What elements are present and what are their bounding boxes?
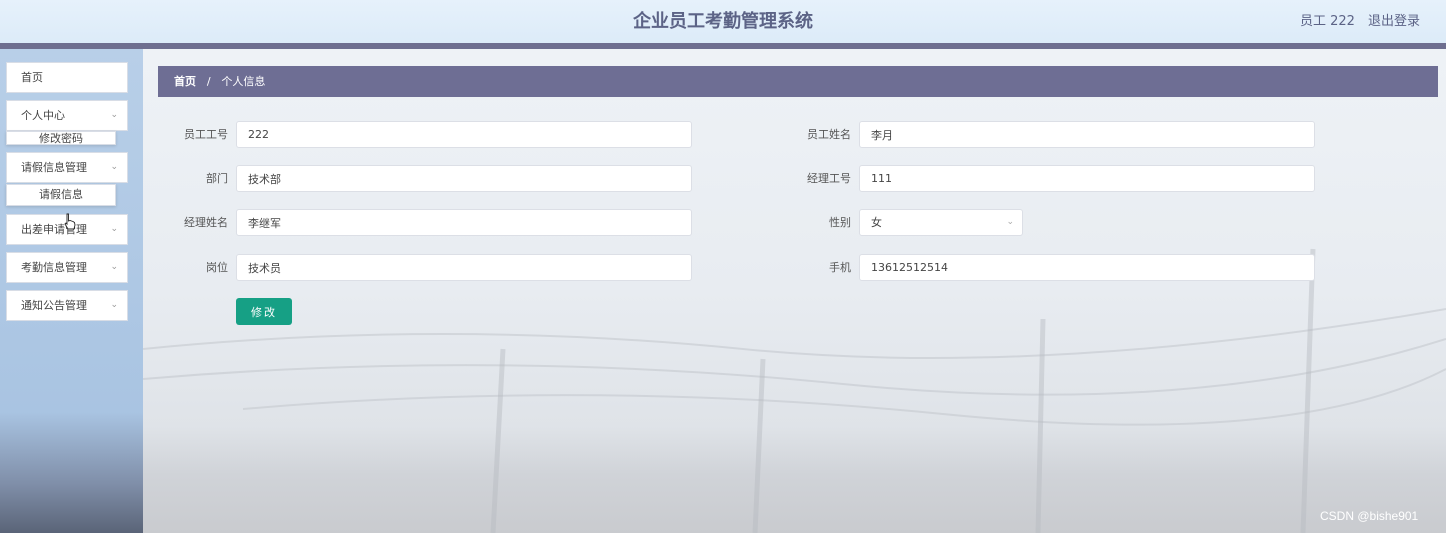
sidebar-item-leave-management[interactable]: 请假信息管理 ⌄ [6, 152, 128, 183]
sidebar-item-label: 首页 [21, 71, 43, 84]
department-input[interactable] [236, 165, 692, 192]
chevron-down-icon: ⌄ [110, 224, 118, 234]
manager-name-input[interactable] [236, 209, 692, 236]
sidebar-subitem-label: 请假信息 [39, 188, 83, 201]
sidebar-item-label: 出差申请管理 [21, 223, 87, 236]
sidebar-item-label: 请假信息管理 [21, 161, 87, 174]
breadcrumb-separator: / [206, 75, 211, 88]
position-input[interactable] [236, 254, 692, 281]
gender-label: 性别 [829, 216, 851, 229]
logout-link[interactable]: 退出登录 [1368, 0, 1420, 43]
breadcrumb-current: 个人信息 [221, 75, 266, 88]
sidebar-item-label: 个人中心 [21, 109, 65, 122]
chevron-down-icon: ⌄ [110, 110, 118, 120]
manager-id-input[interactable] [859, 165, 1315, 192]
modify-button[interactable]: 修改 [236, 298, 292, 325]
breadcrumb-home-link[interactable]: 首页 [174, 75, 196, 88]
phone-label: 手机 [829, 261, 851, 274]
chevron-down-icon: ⌄ [110, 300, 118, 310]
app-title: 企业员工考勤管理系统 [633, 11, 813, 32]
manager-name-label: 经理姓名 [184, 216, 228, 229]
watermark-text: CSDN @bishe901 [1320, 509, 1419, 523]
phone-input[interactable] [859, 254, 1315, 281]
hand-cursor-icon [64, 213, 76, 230]
manager-id-label: 经理工号 [807, 172, 851, 185]
sidebar-item-home[interactable]: 首页 [6, 62, 128, 93]
chevron-down-icon: ⌄ [1006, 217, 1014, 227]
sidebar-subitem-label: 修改密码 [39, 132, 83, 145]
gender-select-value: 女 [871, 216, 882, 229]
sidebar-item-label: 通知公告管理 [21, 299, 87, 312]
sidebar-item-label: 考勤信息管理 [21, 261, 87, 274]
sidebar-subitem-change-password[interactable]: 修改密码 [6, 131, 116, 145]
employee-name-label: 员工姓名 [807, 128, 851, 141]
position-label: 岗位 [206, 261, 228, 274]
sidebar-item-personal-center[interactable]: 个人中心 ⌄ [6, 100, 128, 131]
chevron-down-icon: ⌄ [110, 262, 118, 272]
department-label: 部门 [206, 172, 228, 185]
top-header: 企业员工考勤管理系统 员工 222 退出登录 [0, 0, 1446, 44]
employee-id-label: 员工工号 [184, 128, 228, 141]
employee-name-input[interactable] [859, 121, 1315, 148]
sidebar-item-attendance[interactable]: 考勤信息管理 ⌄ [6, 252, 128, 283]
gender-select[interactable]: 女 ⌄ [859, 209, 1023, 236]
sidebar-subitem-leave-info[interactable]: 请假信息 [6, 184, 116, 206]
employee-id-input[interactable] [236, 121, 692, 148]
chevron-down-icon: ⌄ [110, 162, 118, 172]
sidebar-item-notices[interactable]: 通知公告管理 ⌄ [6, 290, 128, 321]
current-user: 员工 222 [1300, 14, 1355, 29]
breadcrumb: 首页 / 个人信息 [158, 66, 1438, 97]
